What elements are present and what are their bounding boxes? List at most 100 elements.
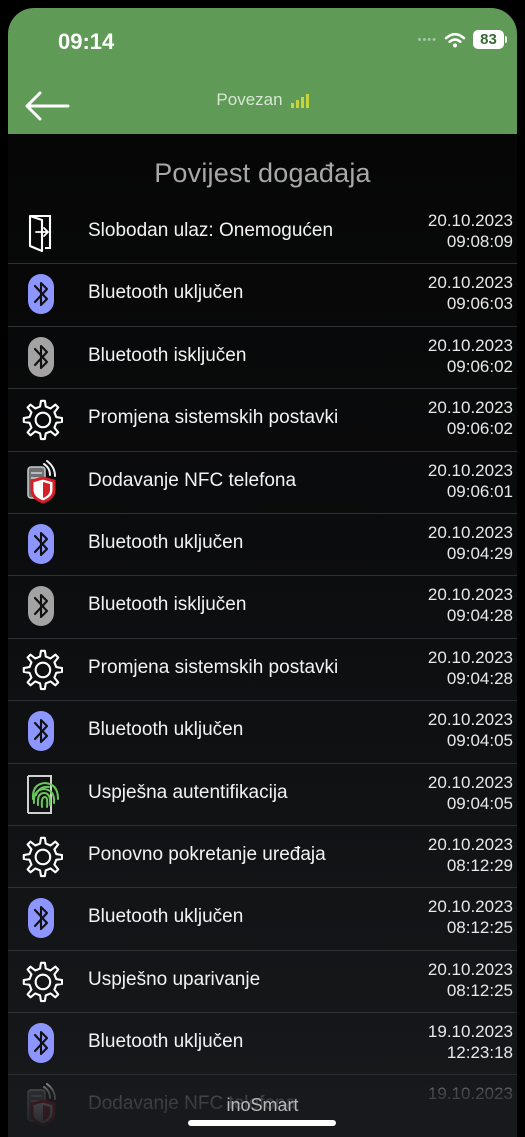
event-history-screen: Povijest događaja Slobodan ulaz: Onemogu… <box>8 134 517 1137</box>
event-datetime: 20.10.2023 09:06:01 <box>428 460 513 502</box>
event-datetime: 20.10.2023 09:06:03 <box>428 272 513 314</box>
event-date: 20.10.2023 <box>427 273 513 293</box>
event-time: 08:12:25 <box>446 918 513 938</box>
event-label: Bluetooth uključen <box>88 906 244 928</box>
event-label: Bluetooth isključen <box>88 344 247 366</box>
bluetooth-on-icon <box>19 272 63 316</box>
event-list: Slobodan ulaz: Onemogućen 20.10.2023 09:… <box>8 202 517 1137</box>
battery-level: 83 <box>473 30 504 49</box>
event-time: 08:12:25 <box>446 980 513 1000</box>
event-datetime: 19.10.2023 12:23:18 <box>428 1021 513 1063</box>
event-time: 09:04:28 <box>446 606 513 626</box>
event-date: 20.10.2023 <box>427 398 513 418</box>
bluetooth-off-icon <box>19 335 63 379</box>
gear-icon <box>19 834 63 878</box>
event-row[interactable]: Uspješna autentifikacija 20.10.2023 09:0… <box>8 764 517 826</box>
nfc-phone-icon <box>19 459 63 504</box>
event-time: 12:23:18 <box>446 1043 513 1063</box>
event-label: Promjena sistemskih postavki <box>88 656 339 678</box>
fingerprint-icon <box>19 772 63 816</box>
gear-icon <box>19 959 63 1003</box>
app-header: Povezan <box>8 78 517 134</box>
event-datetime: 20.10.2023 09:04:05 <box>428 709 513 751</box>
event-label: Bluetooth uključen <box>88 531 244 553</box>
event-time: 09:06:03 <box>446 294 513 314</box>
connection-status-label: Povezan <box>216 90 283 109</box>
event-row[interactable]: Bluetooth isključen 20.10.2023 09:06:02 <box>8 327 517 390</box>
event-label: Slobodan ulaz: Onemogućen <box>88 220 334 241</box>
event-label: Bluetooth uključen <box>88 719 244 741</box>
status-time: 09:14 <box>58 29 115 54</box>
status-icons: •••• 83 <box>418 30 507 49</box>
event-datetime: 20.10.2023 08:12:29 <box>428 834 513 876</box>
event-row[interactable]: Bluetooth uključen 20.10.2023 09:04:05 <box>8 701 517 764</box>
wifi-icon <box>444 32 466 47</box>
event-time: 09:08:09 <box>446 232 513 251</box>
event-date: 20.10.2023 <box>427 211 513 230</box>
bluetooth-on-icon <box>19 1021 63 1065</box>
event-datetime: 20.10.2023 09:08:09 <box>428 210 513 252</box>
event-date: 20.10.2023 <box>427 585 513 605</box>
event-datetime: 20.10.2023 09:04:28 <box>428 647 513 689</box>
event-date: 20.10.2023 <box>427 959 513 979</box>
event-datetime: 20.10.2023 08:12:25 <box>428 959 513 1001</box>
event-date: 20.10.2023 <box>427 460 513 480</box>
battery-tip-icon <box>505 36 507 43</box>
event-label: Promjena sistemskih postavki <box>88 407 339 429</box>
gear-icon <box>19 397 63 441</box>
event-row[interactable]: Dodavanje NFC telefona 20.10.2023 09:06:… <box>8 452 517 514</box>
event-time: 09:04:29 <box>446 543 513 563</box>
home-indicator[interactable] <box>188 1120 336 1126</box>
brand-label: inoSmart <box>226 1095 299 1115</box>
gear-icon <box>19 647 63 691</box>
event-datetime: 20.10.2023 09:06:02 <box>428 335 513 377</box>
event-row[interactable]: Promjena sistemskih postavki 20.10.2023 … <box>8 389 517 452</box>
event-row[interactable]: Bluetooth uključen 19.10.2023 12:23:18 <box>8 1013 517 1076</box>
event-label: Bluetooth isključen <box>88 594 247 616</box>
event-datetime: 20.10.2023 09:04:28 <box>428 584 513 626</box>
event-time: 09:04:05 <box>446 793 513 813</box>
event-time: 09:04:28 <box>446 668 513 688</box>
event-time: 09:06:02 <box>446 419 513 439</box>
event-row[interactable]: Ponovno pokretanje uređaja 20.10.2023 08… <box>8 826 517 889</box>
event-row[interactable]: Bluetooth isključen 20.10.2023 09:04:28 <box>8 576 517 639</box>
status-bar: 09:14 •••• 83 <box>8 8 517 78</box>
event-datetime: 20.10.2023 08:12:25 <box>428 896 513 938</box>
event-time: 09:06:01 <box>446 481 513 501</box>
bluetooth-on-icon <box>19 522 63 566</box>
event-label: Bluetooth uključen <box>88 282 244 304</box>
event-time: 09:06:02 <box>446 356 513 376</box>
cellular-dots-icon: •••• <box>417 33 437 46</box>
bluetooth-on-icon <box>19 896 63 940</box>
bluetooth-off-icon <box>19 584 63 628</box>
event-date: 20.10.2023 <box>427 834 513 854</box>
event-time: 09:04:05 <box>446 731 513 751</box>
page-title: Povijest događaja <box>154 158 371 188</box>
event-datetime: 20.10.2023 09:04:29 <box>428 522 513 564</box>
event-row[interactable]: Slobodan ulaz: Onemogućen 20.10.2023 09:… <box>8 202 517 265</box>
event-date: 20.10.2023 <box>427 647 513 667</box>
event-date: 20.10.2023 <box>427 522 513 542</box>
signal-bars-icon <box>290 92 309 108</box>
event-row[interactable]: Bluetooth uključen 20.10.2023 09:06:03 <box>8 264 517 327</box>
event-date: 20.10.2023 <box>427 897 513 917</box>
event-label: Uspješno uparivanje <box>88 968 261 990</box>
event-date: 20.10.2023 <box>427 335 513 355</box>
event-datetime: 20.10.2023 09:06:02 <box>428 397 513 439</box>
event-row[interactable]: Promjena sistemskih postavki 20.10.2023 … <box>8 639 517 702</box>
event-date: 20.10.2023 <box>427 772 513 792</box>
bluetooth-on-icon <box>19 709 63 753</box>
event-row[interactable]: Uspješno uparivanje 20.10.2023 08:12:25 <box>8 951 517 1014</box>
event-time: 08:12:29 <box>446 855 513 875</box>
connection-status: Povezan <box>8 90 517 110</box>
event-label: Uspješna autentifikacija <box>88 781 288 803</box>
event-date: 19.10.2023 <box>427 1022 513 1042</box>
event-row[interactable]: Bluetooth uključen 20.10.2023 08:12:25 <box>8 888 517 951</box>
door-exit-icon <box>19 210 63 254</box>
event-date: 20.10.2023 <box>427 710 513 730</box>
event-label: Bluetooth uključen <box>88 1031 244 1053</box>
event-label: Dodavanje NFC telefona <box>88 469 297 491</box>
event-label: Ponovno pokretanje uređaja <box>88 843 326 865</box>
event-datetime: 20.10.2023 09:04:05 <box>428 772 513 814</box>
event-row[interactable]: Bluetooth uključen 20.10.2023 09:04:29 <box>8 514 517 577</box>
